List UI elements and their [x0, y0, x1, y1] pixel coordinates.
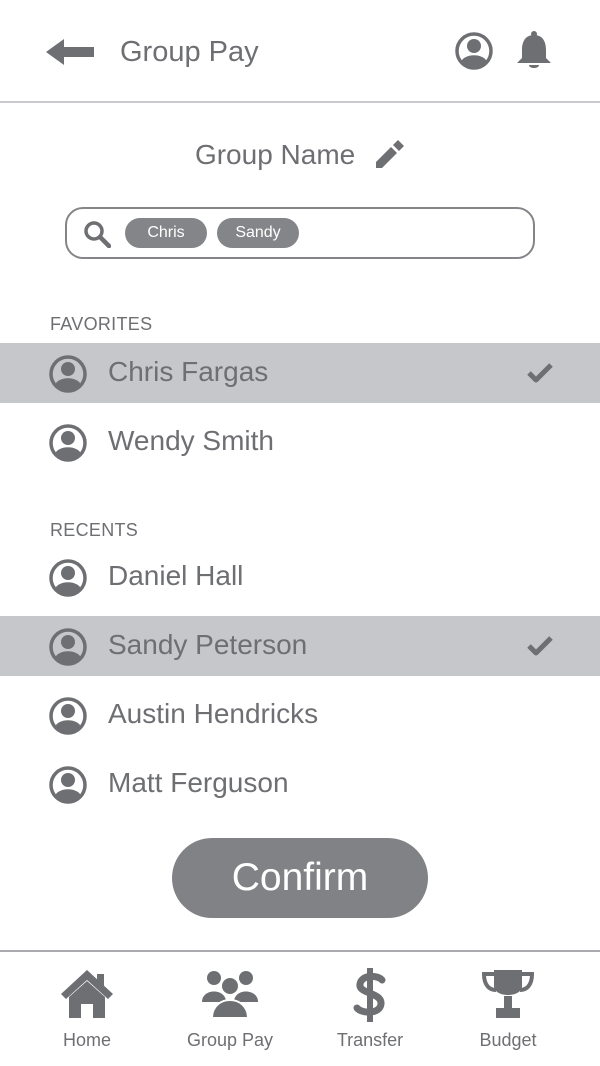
back-arrow-icon[interactable]: [44, 36, 96, 68]
contact-name: Chris Fargas: [108, 356, 269, 387]
home-icon: [61, 970, 113, 1018]
nav-item-transfer[interactable]: Transfer: [300, 966, 440, 1056]
favorites-section-label: FAVORITES: [50, 314, 153, 334]
user-avatar-icon: [49, 766, 87, 804]
bottom-nav: Home Group Pay Transfer Budget: [0, 950, 600, 1066]
contact-name: Matt Ferguson: [108, 767, 289, 798]
contact-name: Daniel Hall: [108, 560, 244, 591]
nav-label-budget: Budget: [479, 1030, 537, 1050]
contact-name: Austin Hendricks: [108, 698, 319, 729]
dollar-icon: [353, 968, 386, 1022]
user-avatar-icon: [49, 424, 87, 462]
contact-name: Sandy Peterson: [108, 629, 308, 660]
nav-item-budget[interactable]: Budget: [438, 966, 578, 1056]
group-name-label: Group Name: [194, 138, 356, 170]
user-avatar-icon: [49, 628, 87, 666]
checkmark-icon: [527, 636, 553, 656]
notification-bell-icon[interactable]: [514, 30, 554, 72]
confirm-button[interactable]: Confirm: [172, 838, 428, 918]
nav-label-group-pay: Group Pay: [186, 1030, 274, 1050]
edit-pencil-icon[interactable]: [373, 139, 405, 171]
search-icon: [84, 221, 111, 248]
recipient-chip-sandy[interactable]: Sandy: [217, 218, 299, 248]
contact-row-wendy-smith[interactable]: Wendy Smith: [0, 412, 600, 472]
contact-row-sandy-peterson[interactable]: Sandy Peterson: [0, 616, 600, 676]
user-avatar-icon: [49, 355, 87, 393]
group-icon: [202, 971, 258, 1019]
nav-label-home: Home: [62, 1030, 111, 1050]
contact-row-chris-fargas[interactable]: Chris Fargas: [0, 343, 600, 403]
checkmark-icon: [527, 363, 553, 383]
contact-row-austin-hendricks[interactable]: Austin Hendricks: [0, 685, 600, 745]
nav-item-home[interactable]: Home: [17, 966, 157, 1056]
nav-item-group-pay[interactable]: Group Pay: [160, 966, 300, 1056]
app-header: Group Pay: [0, 0, 600, 103]
page-title: Group Pay: [120, 36, 259, 68]
nav-label-transfer: Transfer: [336, 1030, 404, 1050]
group-name-row: Group Name: [0, 137, 600, 171]
contact-row-daniel-hall[interactable]: Daniel Hall: [0, 547, 600, 607]
recipient-chip-chris[interactable]: Chris: [125, 218, 207, 248]
profile-icon[interactable]: [454, 30, 494, 72]
user-avatar-icon: [49, 697, 87, 735]
contact-row-matt-ferguson[interactable]: Matt Ferguson: [0, 754, 600, 814]
recents-section-label: RECENTS: [50, 520, 139, 540]
trophy-icon: [481, 970, 535, 1018]
user-avatar-icon: [49, 559, 87, 597]
contact-name: Wendy Smith: [108, 425, 274, 456]
recipient-search-field[interactable]: Chris Sandy: [65, 207, 535, 259]
